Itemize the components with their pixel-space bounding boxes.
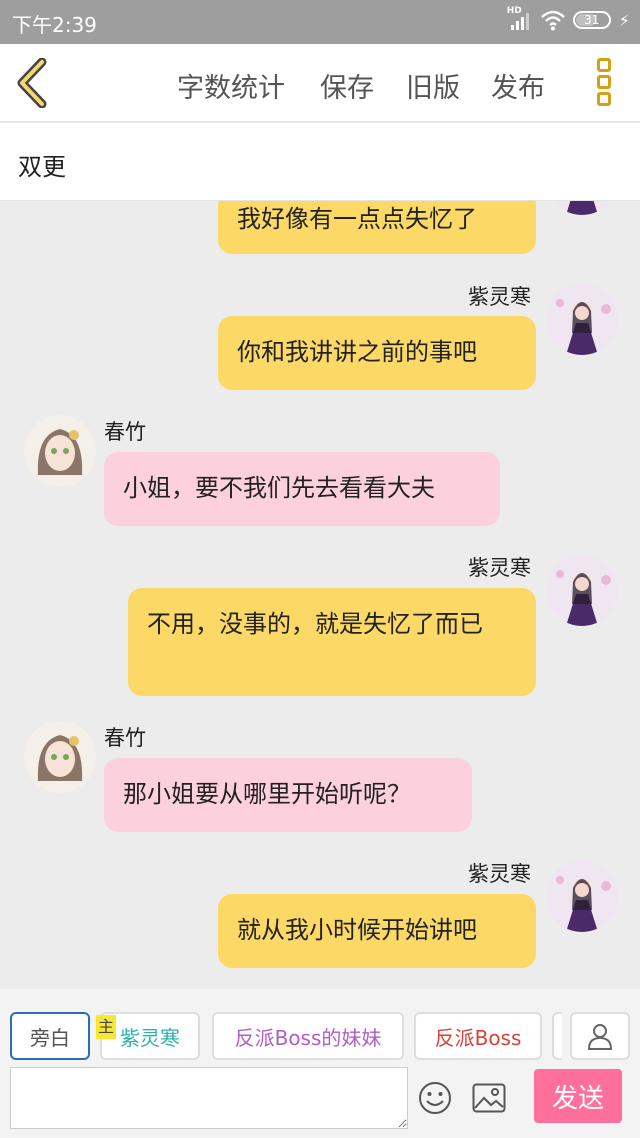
chat-area[interactable]: 我好像有一点点失忆了 紫灵寒 你和我讲讲之前的事吧 春竹 小姐，要不我们先去看看… bbox=[0, 201, 640, 989]
role-more-partial[interactable] bbox=[552, 1012, 562, 1060]
avatar-ziling[interactable] bbox=[546, 860, 618, 932]
chapter-title: 双更 bbox=[18, 153, 66, 181]
more-menu-icon[interactable] bbox=[594, 58, 614, 110]
chat-bubble[interactable]: 不用，没事的，就是失忆了而已 bbox=[128, 588, 536, 696]
wifi-icon bbox=[540, 10, 565, 31]
chat-bubble[interactable]: 小姐，要不我们先去看看大夫 bbox=[104, 452, 500, 526]
emoji-icon[interactable] bbox=[418, 1081, 452, 1115]
status-icons: HD 31 ⚡ bbox=[506, 6, 630, 32]
speaker-name: 春竹 bbox=[104, 420, 146, 444]
back-icon[interactable] bbox=[14, 58, 54, 108]
role-villain-sister-button[interactable]: 反派Boss的妹妹 bbox=[212, 1012, 404, 1060]
chat-bubble[interactable]: 你和我讲讲之前的事吧 bbox=[218, 316, 536, 390]
owner-tag: 主 bbox=[96, 1015, 116, 1039]
battery-level: 31 bbox=[584, 13, 600, 27]
signal-icon: HD bbox=[506, 6, 533, 32]
save-button[interactable]: 保存 bbox=[320, 66, 374, 105]
role-villain-button[interactable]: 反派Boss bbox=[414, 1012, 542, 1060]
person-icon bbox=[587, 1024, 613, 1050]
top-toolbar: 字数统计 保存 旧版 发布 bbox=[0, 44, 640, 122]
chat-bubble[interactable]: 就从我小时候开始讲吧 bbox=[218, 894, 536, 968]
speaker-name: 春竹 bbox=[104, 726, 146, 750]
speaker-name: 紫灵寒 bbox=[468, 556, 531, 580]
avatar-ziling[interactable] bbox=[546, 554, 618, 626]
battery-icon: 31 bbox=[572, 11, 611, 29]
publish-button[interactable]: 发布 bbox=[491, 66, 545, 105]
message-input[interactable] bbox=[10, 1067, 408, 1129]
avatar-ziling[interactable] bbox=[546, 283, 618, 355]
network-type-label: HD bbox=[506, 6, 522, 16]
role-narration-button[interactable]: 旁白 bbox=[10, 1012, 90, 1060]
image-icon[interactable] bbox=[472, 1083, 506, 1113]
chapter-title-row[interactable]: 双更 bbox=[0, 123, 640, 201]
status-time: 下午2:39 bbox=[12, 13, 97, 37]
avatar-ziling[interactable] bbox=[546, 201, 618, 215]
avatar-chunzhu[interactable] bbox=[24, 415, 96, 487]
old-version-button[interactable]: 旧版 bbox=[406, 66, 460, 105]
chat-bubble[interactable]: 我好像有一点点失忆了 bbox=[218, 201, 536, 254]
add-role-button[interactable] bbox=[570, 1012, 630, 1060]
word-count-button[interactable]: 字数统计 bbox=[177, 66, 285, 105]
avatar-chunzhu[interactable] bbox=[24, 721, 96, 793]
chat-bubble[interactable]: 那小姐要从哪里开始听呢？ bbox=[104, 758, 472, 832]
input-bar: 发送 bbox=[0, 1065, 640, 1138]
speaker-name: 紫灵寒 bbox=[468, 285, 531, 309]
status-bar: 下午2:39 HD 31 ⚡ bbox=[0, 0, 640, 44]
speaker-name: 紫灵寒 bbox=[468, 862, 531, 886]
charging-icon: ⚡ bbox=[618, 10, 630, 30]
send-button[interactable]: 发送 bbox=[534, 1069, 622, 1123]
